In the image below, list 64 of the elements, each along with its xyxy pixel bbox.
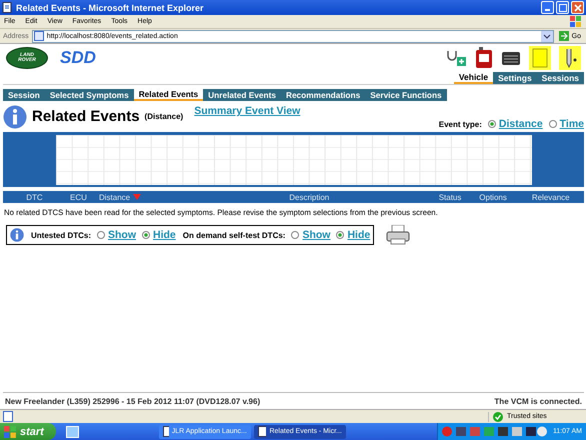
option-link[interactable]: Hide — [347, 229, 370, 241]
radio-button[interactable] — [291, 231, 300, 239]
option-link[interactable]: Show — [108, 229, 136, 241]
info-icon — [10, 228, 24, 242]
tab[interactable]: Settings — [493, 72, 537, 84]
tab[interactable]: Selected Symptoms — [44, 89, 134, 101]
page-subtitle: (Distance) — [144, 112, 184, 121]
window-title: Related Events - Microsoft Internet Explorer — [16, 2, 205, 12]
column-header[interactable]: Options — [479, 192, 507, 202]
column-header[interactable]: Status — [438, 192, 462, 202]
windows-flag-icon — [4, 426, 17, 438]
column-header[interactable]: Distance — [99, 192, 142, 202]
maximize-icon — [558, 4, 566, 12]
page-icon — [34, 31, 44, 41]
filter-label: On demand self-test DTCs: — [182, 230, 286, 240]
window-icon — [162, 426, 169, 437]
minimize-icon — [545, 9, 550, 11]
check-icon — [493, 412, 503, 422]
vehicle-info: New Freelander (L359) 252996 - 15 Feb 2012 11:07 (DVD128.07 v.96) — [5, 397, 260, 406]
tray-icons-drawing[interactable] — [442, 426, 548, 437]
radio-button[interactable] — [488, 120, 496, 128]
tab[interactable]: Unrelated Events — [203, 89, 281, 101]
page-title: Related Events — [32, 108, 140, 125]
tab[interactable]: Sessions — [536, 72, 584, 84]
desktop-icon[interactable] — [66, 426, 79, 438]
module-icon[interactable] — [501, 49, 521, 67]
radio-button[interactable] — [336, 231, 344, 239]
maximize-button[interactable] — [556, 1, 569, 14]
connection-status: The VCM is connected. — [494, 397, 582, 406]
radio-button[interactable] — [142, 231, 150, 239]
filter-label: Untested DTCs: — [31, 230, 92, 240]
window-icon — [258, 426, 266, 437]
column-header[interactable]: Relevance — [532, 192, 570, 202]
tab[interactable]: Service Functions — [365, 89, 447, 101]
option-link[interactable]: Distance — [498, 118, 543, 130]
tab[interactable]: Vehicle — [454, 72, 494, 84]
radio-button[interactable] — [548, 120, 557, 128]
summary-link[interactable]: Summary Event View — [194, 105, 300, 117]
option-link[interactable]: Hide — [153, 229, 176, 241]
column-header[interactable]: ECU — [70, 192, 87, 202]
option-link[interactable]: Time — [560, 118, 584, 130]
page-icon — [3, 411, 13, 422]
close-icon — [574, 4, 582, 12]
tab[interactable]: Session — [3, 89, 45, 101]
event-type-label: Event type: — [438, 120, 482, 128]
option-link[interactable]: Show — [302, 229, 330, 241]
battery-icon[interactable] — [475, 47, 493, 69]
tab[interactable]: Recommendations — [280, 89, 366, 101]
stethoscope-icon[interactable] — [445, 49, 467, 67]
product-name: SDD — [60, 48, 96, 68]
info-icon — [3, 104, 27, 128]
page-icon — [2, 2, 13, 13]
radio-button[interactable] — [97, 231, 106, 239]
printer-icon[interactable] — [386, 225, 410, 245]
column-header[interactable]: Description — [289, 192, 330, 202]
dropdown-icon[interactable] — [540, 30, 553, 42]
sort-arrow-icon — [133, 194, 142, 200]
column-header[interactable]: DTC — [26, 192, 43, 202]
start-button[interactable]: start — [0, 423, 56, 440]
close-button[interactable] — [571, 1, 584, 14]
minimize-button[interactable] — [541, 1, 554, 14]
notepad-icon[interactable] — [529, 46, 551, 70]
tab[interactable]: Related Events — [134, 89, 204, 101]
windows-flag-icon — [570, 16, 582, 27]
